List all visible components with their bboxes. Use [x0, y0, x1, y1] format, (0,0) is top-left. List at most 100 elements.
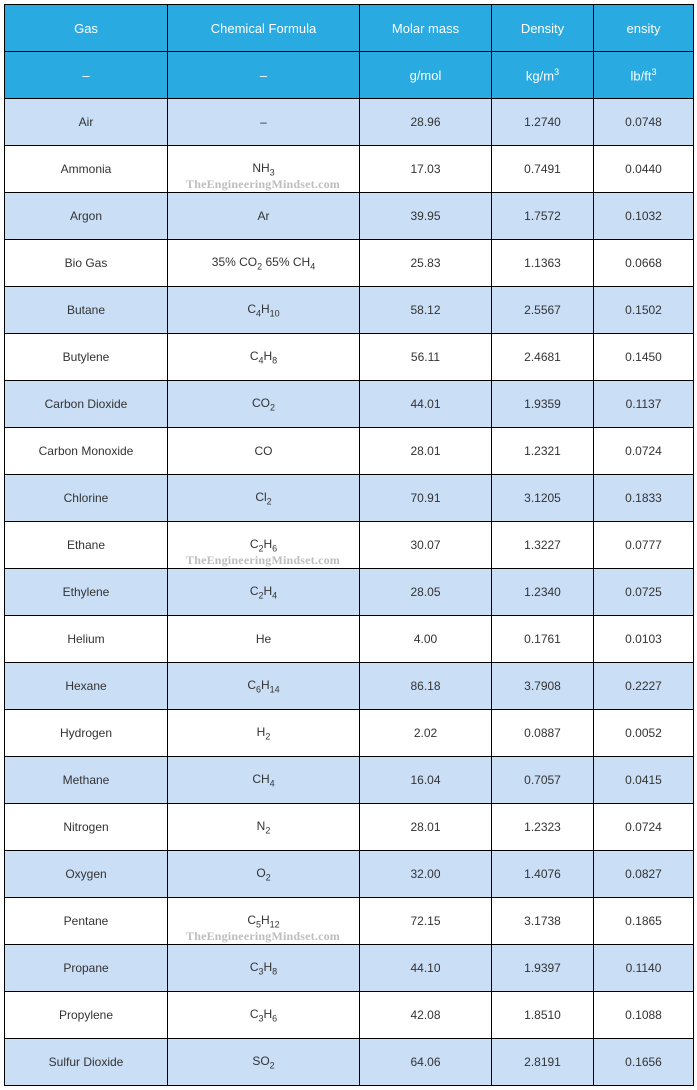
header-formula: Chemical Formula — [168, 5, 360, 52]
cell-kg: 2.4681 — [492, 334, 594, 381]
cell-molar: 64.06 — [360, 1039, 492, 1086]
table-wrap: Gas Chemical Formula Molar mass Density … — [4, 4, 693, 1086]
cell-gas: Propane — [5, 945, 168, 992]
cell-molar: 70.91 — [360, 475, 492, 522]
cell-molar: 44.01 — [360, 381, 492, 428]
cell-kg: 0.1761 — [492, 616, 594, 663]
cell-formula: Ar — [168, 193, 360, 240]
cell-molar: 28.01 — [360, 428, 492, 475]
cell-gas: Helium — [5, 616, 168, 663]
header-density-lb: ensity — [594, 5, 694, 52]
cell-lb: 0.0827 — [594, 851, 694, 898]
cell-lb: 0.1656 — [594, 1039, 694, 1086]
cell-formula: C4H8 — [168, 334, 360, 381]
cell-lb: 0.0748 — [594, 99, 694, 146]
cell-formula: C3H8 — [168, 945, 360, 992]
cell-formula: C4H10 — [168, 287, 360, 334]
cell-lb: 0.0440 — [594, 146, 694, 193]
cell-kg: 1.2340 — [492, 569, 594, 616]
cell-molar: 28.05 — [360, 569, 492, 616]
cell-molar: 58.12 — [360, 287, 492, 334]
cell-molar: 44.10 — [360, 945, 492, 992]
cell-kg: 1.9359 — [492, 381, 594, 428]
table-row: Sulfur DioxideSO264.062.81910.1656 — [5, 1039, 694, 1086]
cell-molar: 4.00 — [360, 616, 492, 663]
cell-kg: 0.0887 — [492, 710, 594, 757]
cell-gas: Pentane — [5, 898, 168, 945]
header-row-1: Gas Chemical Formula Molar mass Density … — [5, 5, 694, 52]
cell-gas: Chlorine — [5, 475, 168, 522]
cell-formula: – — [168, 99, 360, 146]
cell-formula: C6H14 — [168, 663, 360, 710]
table-body: Air–28.961.27400.0748AmmoniaNH317.030.74… — [5, 99, 694, 1086]
table-row: ButaneC4H1058.122.55670.1502 — [5, 287, 694, 334]
cell-kg: 1.3227 — [492, 522, 594, 569]
cell-kg: 3.7908 — [492, 663, 594, 710]
unit-formula: – — [168, 52, 360, 99]
cell-kg: 1.7572 — [492, 193, 594, 240]
table-row: PentaneC5H1272.153.17380.1865 — [5, 898, 694, 945]
table-row: Carbon DioxideCO244.011.93590.1137 — [5, 381, 694, 428]
cell-molar: 32.00 — [360, 851, 492, 898]
table-row: NitrogenN228.011.23230.0724 — [5, 804, 694, 851]
cell-gas: Butylene — [5, 334, 168, 381]
cell-kg: 2.5567 — [492, 287, 594, 334]
table-row: HydrogenH22.020.08870.0052 — [5, 710, 694, 757]
cell-kg: 2.8191 — [492, 1039, 594, 1086]
table-row: OxygenO232.001.40760.0827 — [5, 851, 694, 898]
cell-lb: 0.1450 — [594, 334, 694, 381]
cell-gas: Ammonia — [5, 146, 168, 193]
cell-kg: 1.2321 — [492, 428, 594, 475]
cell-molar: 16.04 — [360, 757, 492, 804]
cell-molar: 42.08 — [360, 992, 492, 1039]
cell-gas: Air — [5, 99, 168, 146]
cell-molar: 28.96 — [360, 99, 492, 146]
cell-formula: CH4 — [168, 757, 360, 804]
cell-formula: Cl2 — [168, 475, 360, 522]
cell-molar: 25.83 — [360, 240, 492, 287]
gas-table: Gas Chemical Formula Molar mass Density … — [4, 4, 694, 1086]
header-density-kg: Density — [492, 5, 594, 52]
table-row: ArgonAr39.951.75720.1032 — [5, 193, 694, 240]
table-row: ChlorineCl270.913.12050.1833 — [5, 475, 694, 522]
cell-formula: CO — [168, 428, 360, 475]
cell-molar: 30.07 — [360, 522, 492, 569]
cell-gas: Hydrogen — [5, 710, 168, 757]
cell-molar: 56.11 — [360, 334, 492, 381]
cell-lb: 0.0052 — [594, 710, 694, 757]
unit-kg: kg/m3 — [492, 52, 594, 99]
cell-formula: O2 — [168, 851, 360, 898]
cell-lb: 0.0724 — [594, 428, 694, 475]
cell-lb: 0.0103 — [594, 616, 694, 663]
table-row: HeliumHe4.000.17610.0103 — [5, 616, 694, 663]
cell-lb: 0.1865 — [594, 898, 694, 945]
cell-lb: 0.0415 — [594, 757, 694, 804]
cell-lb: 0.1833 — [594, 475, 694, 522]
cell-lb: 0.0724 — [594, 804, 694, 851]
cell-gas: Bio Gas — [5, 240, 168, 287]
table-row: Air–28.961.27400.0748 — [5, 99, 694, 146]
table-row: ButyleneC4H856.112.46810.1450 — [5, 334, 694, 381]
table-row: HexaneC6H1486.183.79080.2227 — [5, 663, 694, 710]
cell-kg: 1.2323 — [492, 804, 594, 851]
cell-lb: 0.1140 — [594, 945, 694, 992]
cell-kg: 3.1738 — [492, 898, 594, 945]
cell-molar: 72.15 — [360, 898, 492, 945]
header-gas: Gas — [5, 5, 168, 52]
cell-kg: 0.7491 — [492, 146, 594, 193]
cell-gas: Butane — [5, 287, 168, 334]
cell-kg: 1.1363 — [492, 240, 594, 287]
cell-gas: Carbon Dioxide — [5, 381, 168, 428]
table-row: MethaneCH416.040.70570.0415 — [5, 757, 694, 804]
cell-formula: H2 — [168, 710, 360, 757]
cell-formula: He — [168, 616, 360, 663]
cell-lb: 0.0777 — [594, 522, 694, 569]
cell-lb: 0.2227 — [594, 663, 694, 710]
cell-molar: 28.01 — [360, 804, 492, 851]
cell-lb: 0.0668 — [594, 240, 694, 287]
cell-gas: Carbon Monoxide — [5, 428, 168, 475]
cell-gas: Sulfur Dioxide — [5, 1039, 168, 1086]
cell-formula: 35% CO2 65% CH4 — [168, 240, 360, 287]
table-row: EthaneC2H630.071.32270.0777 — [5, 522, 694, 569]
cell-molar: 17.03 — [360, 146, 492, 193]
